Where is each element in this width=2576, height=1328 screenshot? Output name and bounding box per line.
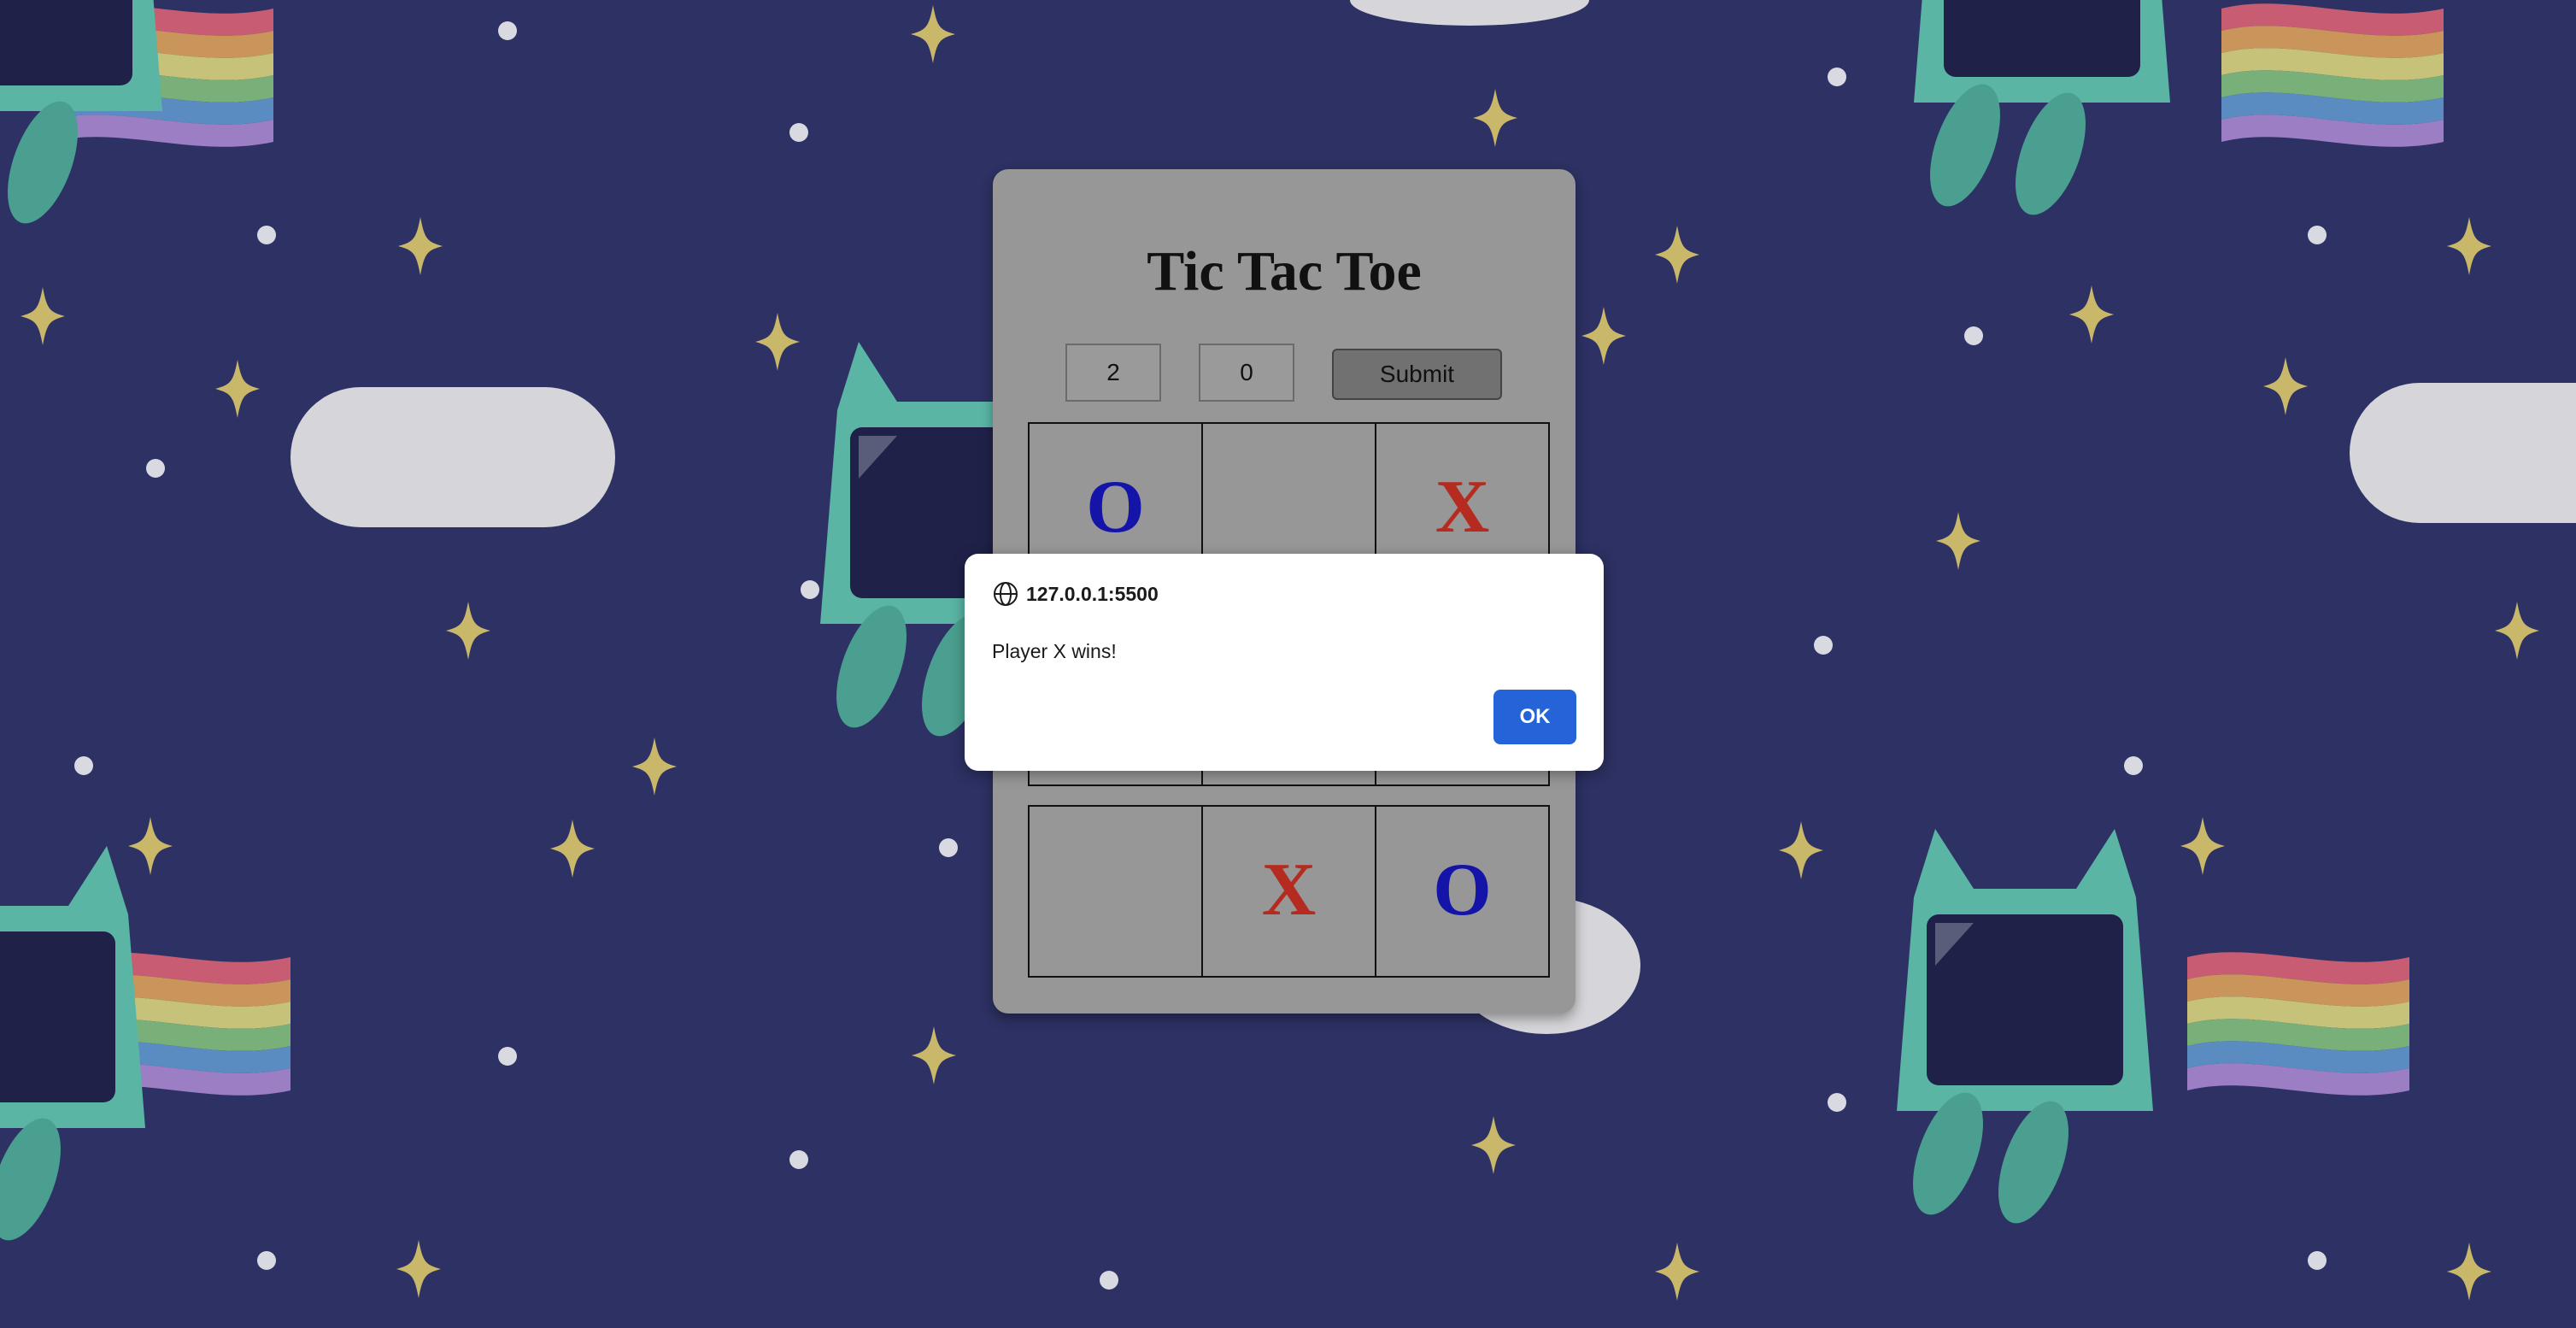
board-cell-x[interactable]: X — [1201, 805, 1376, 978]
globe-icon — [994, 582, 1018, 606]
row-input[interactable]: 2 — [1065, 344, 1161, 402]
page-title: Tic Tac Toe — [1147, 240, 1422, 303]
submit-button[interactable]: Submit — [1332, 349, 1502, 400]
dialog-message: Player X wins! — [992, 640, 1117, 662]
dialog-origin: 127.0.0.1:5500 — [1026, 583, 1159, 605]
board-cell-empty[interactable] — [1028, 805, 1203, 978]
column-input[interactable]: 0 — [1199, 344, 1294, 402]
board-cell-o[interactable]: O — [1375, 805, 1550, 978]
ok-button[interactable]: OK — [1493, 690, 1576, 744]
alert-dialog: 127.0.0.1:5500 Player X wins! OK — [965, 554, 1604, 771]
